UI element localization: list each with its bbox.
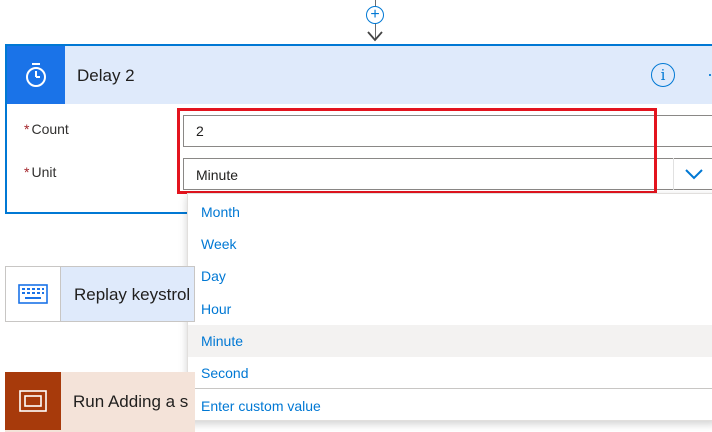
delay-card-title: Delay 2: [77, 66, 135, 85]
count-label-text: Count: [31, 121, 69, 137]
unit-option-day[interactable]: Day: [188, 260, 712, 292]
run-adding-title: Run Adding a s: [73, 392, 189, 411]
info-icon[interactable]: i: [651, 63, 675, 87]
timer-icon: [7, 46, 65, 104]
replay-keystrokes-title: Replay keystrol: [74, 285, 191, 304]
replay-keystrokes-card[interactable]: Replay keystrol: [5, 266, 195, 322]
unit-option-month[interactable]: Month: [188, 196, 712, 228]
unit-label-text: Unit: [31, 164, 57, 180]
unit-dropdown-list: Month Week Day Hour Minute Second Enter …: [187, 193, 712, 421]
unit-option-hour[interactable]: Hour: [188, 293, 712, 325]
unit-option-minute[interactable]: Minute: [188, 325, 712, 357]
enter-custom-value-option[interactable]: Enter custom value: [188, 390, 712, 422]
required-mark: *: [24, 121, 30, 137]
run-adding-card[interactable]: Run Adding a s: [5, 372, 195, 432]
unit-option-week[interactable]: Week: [188, 228, 712, 260]
chevron-down-icon[interactable]: [673, 158, 712, 190]
delay-card-header[interactable]: Delay 2 i ·: [7, 46, 712, 104]
required-mark: *: [24, 164, 30, 180]
highlight-box: [177, 108, 657, 194]
count-label: * Count: [24, 121, 69, 137]
unit-label: * Unit: [24, 164, 56, 180]
unit-option-second[interactable]: Second: [188, 357, 712, 389]
more-options-icon[interactable]: ·: [707, 64, 712, 85]
plus-glyph: +: [370, 6, 380, 23]
add-step-icon[interactable]: +: [366, 6, 384, 24]
arrow-down-icon: [367, 31, 383, 42]
dropdown-divider: [188, 388, 712, 389]
window-icon: [5, 372, 61, 430]
keyboard-icon: [6, 267, 61, 321]
